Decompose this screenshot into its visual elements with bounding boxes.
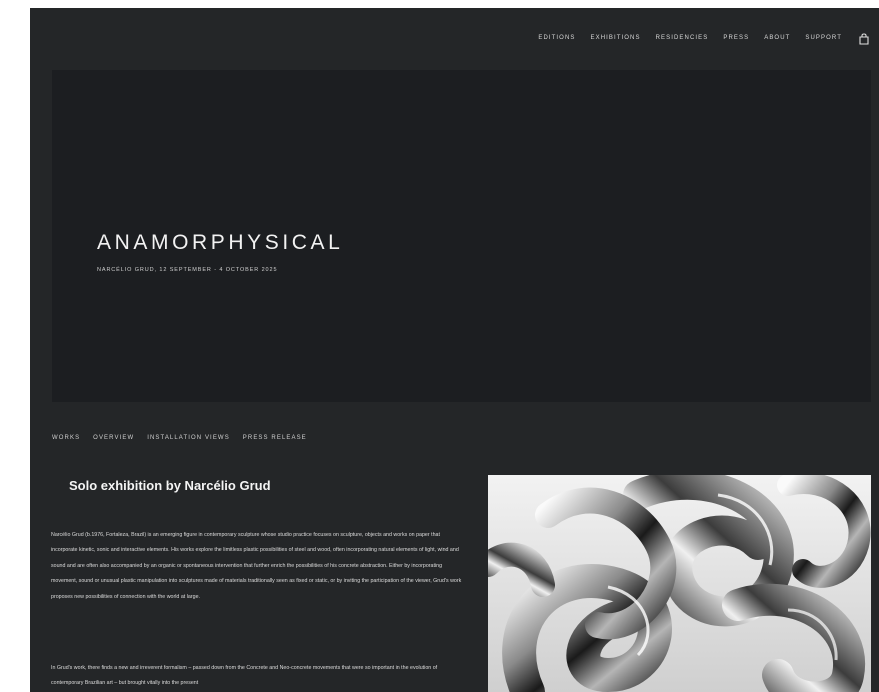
tab-installation-views[interactable]: INSTALLATION VIEWS (147, 435, 230, 441)
artwork-image (488, 475, 871, 692)
nav-link-editions[interactable]: EDITIONS (538, 35, 575, 41)
exhibition-title: ANAMORPHYSICAL (97, 231, 344, 254)
tab-overview[interactable]: OVERVIEW (93, 435, 134, 441)
exhibition-subnav: WORKS OVERVIEW INSTALLATION VIEWS PRESS … (52, 435, 320, 441)
top-navigation: EDITIONS EXHIBITIONS RESIDENCIES PRESS A… (523, 32, 869, 45)
exhibition-dates: NARCÉLIO GRUD, 12 SEPTEMBER - 4 OCTOBER … (97, 267, 278, 273)
nav-link-support[interactable]: SUPPORT (805, 35, 842, 41)
hero-banner: ANAMORPHYSICAL NARCÉLIO GRUD, 12 SEPTEMB… (52, 70, 871, 402)
nav-link-about[interactable]: ABOUT (764, 35, 790, 41)
tab-works[interactable]: WORKS (52, 435, 80, 441)
artist-bio-paragraph: Narcélio Grud (b.1976, Fortaleza, Brazil… (51, 532, 462, 600)
tab-press-release[interactable]: PRESS RELEASE (243, 435, 307, 441)
shopping-bag-icon[interactable] (859, 32, 869, 45)
nav-link-exhibitions[interactable]: EXHIBITIONS (590, 35, 640, 41)
section-heading: Solo exhibition by Narcélio Grud (69, 478, 271, 493)
page: EDITIONS EXHIBITIONS RESIDENCIES PRESS A… (30, 8, 879, 692)
formalism-paragraph: In Grud's work, there finds a new and ir… (51, 665, 438, 687)
nav-link-residencies[interactable]: RESIDENCIES (656, 35, 709, 41)
nav-link-press[interactable]: PRESS (723, 35, 749, 41)
